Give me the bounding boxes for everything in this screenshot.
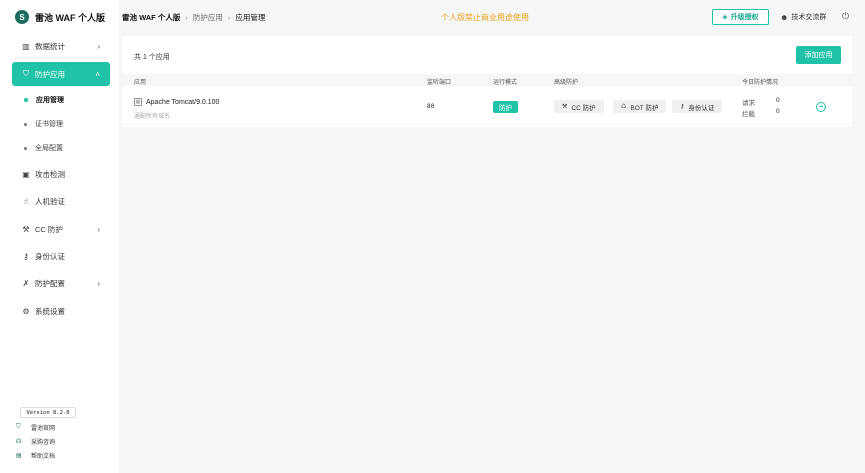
sidebar-item-label: 防护应用 [35,69,65,79]
tech-group-link[interactable]: ☻ 技术交流群 [780,12,826,22]
sidebar-item-system-settings[interactable]: ⚙ 系统设置 [12,300,110,322]
more-actions-icon[interactable]: ••• [816,102,826,112]
sidebar-item-cc-protection[interactable]: ⚒ CC 防护 › [12,218,110,240]
upgrade-label: 升级授权 [730,14,759,21]
app-logo[interactable]: S 雷池 WAF 个人版 [15,9,105,25]
app-name-link[interactable]: ▦ Apache Tomcat/9.0.100 [134,98,219,106]
footer-link-label: 帮助文档 [31,453,56,460]
license-notice: 个人版禁止商业用途使用 [441,13,529,22]
run-mode-badge[interactable]: 防护 [493,101,518,113]
app-list-panel: 共 1 个应用 添加应用 应用 监听端口 运行模式 高级防护 今日防护情况 ▦ … [122,36,852,127]
app-count: 共 1 个应用 [134,54,170,61]
footer-link-purchase[interactable]: ☊ 采购咨询 [16,436,55,446]
bot-icon: ♺ [621,104,627,110]
feature-label: 身份认证 [688,104,715,112]
user-group-icon: ☻ [780,12,789,22]
bullet-dot [24,122,27,126]
app-name: Apache Tomcat/9.0.100 [146,98,220,106]
tech-group-label: 技术交流群 [791,14,827,21]
app-image-icon: ▦ [134,98,142,106]
sidebar-item-label: 系统设置 [35,306,65,316]
bullet-dot [24,98,28,102]
table-header: 应用 监听端口 运行模式 高级防护 今日防护情况 [122,74,852,86]
feature-auth[interactable]: ⚷ 身份认证 [672,100,723,113]
sidebar-subitem-app-management[interactable]: 应用管理 [24,93,64,107]
column-header-mode: 运行模式 [493,80,518,86]
column-header-advanced: 高级防护 [554,80,579,86]
column-header-app: 应用 [134,80,147,86]
logout-icon[interactable]: ⏻ [842,11,849,22]
bullet-dot [24,146,27,150]
sidebar-item-label: 防护配置 [35,278,65,288]
detect-icon: ▣ [22,169,30,179]
stat-requests-value: 0 [776,97,780,104]
footer-link-label: 采购咨询 [31,439,56,446]
app-title: 雷池 WAF 个人版 [35,12,105,23]
feature-label: BOT 防护 [630,104,659,112]
listen-port: 80 [427,103,435,110]
sidebar-subitem-global-config[interactable]: 全局配置 [24,141,63,155]
hand-icon: ☝ [23,196,29,206]
footer-link-docs[interactable]: ▤ 帮助文档 [16,450,55,460]
chevron-right-icon: › [97,278,100,288]
version-badge: Version 8.2.0 [20,407,76,418]
sidebar-item-label: 人机验证 [35,196,65,206]
logo-icon: S [15,10,29,24]
breadcrumb-root[interactable]: 雷池 WAF 个人版 [122,12,180,23]
upgrade-license-button[interactable]: ◈ 升级授权 [712,9,769,25]
headset-icon: ☊ [16,438,22,445]
stat-blocked-label: 拦截 [742,111,755,118]
wrench-icon: ⚒ [22,224,30,234]
shield-icon: ⛉ [23,69,29,78]
add-app-button[interactable]: 添加应用 [796,46,841,64]
breadcrumb: 雷池 WAF 个人版 › 防护应用 › 应用管理 [122,12,265,23]
footer-link-label: 雷池官网 [31,425,56,432]
column-header-today: 今日防护情况 [742,80,779,86]
sidebar: S 雷池 WAF 个人版 ▥ 数据统计 › ⛉ 防护应用 ˄ 应用管理 证书管理… [0,0,119,473]
sidebar-item-protected-apps[interactable]: ⛉ 防护应用 ˄ [12,62,110,86]
sidebar-subitem-cert-management[interactable]: 证书管理 [24,117,63,131]
feature-bot-protection[interactable]: ♺ BOT 防护 [613,100,667,113]
stat-requests-label: 请求 [742,100,755,107]
feature-cc-protection[interactable]: ⚒ CC 防护 [554,100,604,113]
top-bar: 雷池 WAF 个人版 › 防护应用 › 应用管理 个人版禁止商业用途使用 ◈ 升… [119,0,865,34]
sidebar-item-label: CC 防护 [35,224,63,234]
footer-link-official-site[interactable]: ⛉ 雷池官网 [16,422,55,432]
sidebar-item-attack-detection[interactable]: ▣ 攻击检测 [12,163,110,185]
key-icon: ⚷ [680,104,685,110]
sidebar-item-data-stats[interactable]: ▥ 数据统计 › [12,35,110,57]
chevron-right-icon: › [185,13,188,22]
bar-chart-icon: ▥ [22,41,30,51]
sidebar-subitem-label: 应用管理 [36,97,64,104]
sidebar-subitem-label: 全局配置 [35,145,63,152]
wrench-icon: ⚒ [562,104,568,110]
gear-icon: ⚙ [22,306,30,316]
sidebar-item-label: 身份认证 [35,251,65,261]
key-icon: ⚷ [23,251,29,261]
chevron-right-icon: › [97,224,100,234]
app-domain: 通配所有域名 [134,114,171,120]
stat-blocked-value: 0 [776,108,780,115]
document-icon: ▤ [16,452,22,459]
sidebar-item-label: 攻击检测 [35,169,65,179]
sidebar-item-label: 数据统计 [35,41,65,51]
chevron-right-icon: › [97,41,100,51]
shield-icon: ⛉ [16,423,21,430]
feature-label: CC 防护 [571,104,596,112]
breadcrumb-parent[interactable]: 防护应用 [193,12,223,23]
sidebar-subitem-label: 证书管理 [35,121,63,128]
breadcrumb-current: 应用管理 [235,13,266,22]
table-row[interactable]: ▦ Apache Tomcat/9.0.100 通配所有域名 80 防护 ⚒ C… [122,88,852,126]
diamond-icon: ◈ [722,14,728,21]
tools-icon: ✗ [22,278,30,288]
chevron-up-icon: ˄ [95,69,100,79]
column-header-port: 监听端口 [427,80,452,86]
sidebar-item-captcha[interactable]: ☝ 人机验证 [12,190,110,212]
chevron-right-icon: › [227,13,231,22]
sidebar-item-protection-config[interactable]: ✗ 防护配置 › [12,272,110,294]
sidebar-item-auth[interactable]: ⚷ 身份认证 [12,245,110,267]
